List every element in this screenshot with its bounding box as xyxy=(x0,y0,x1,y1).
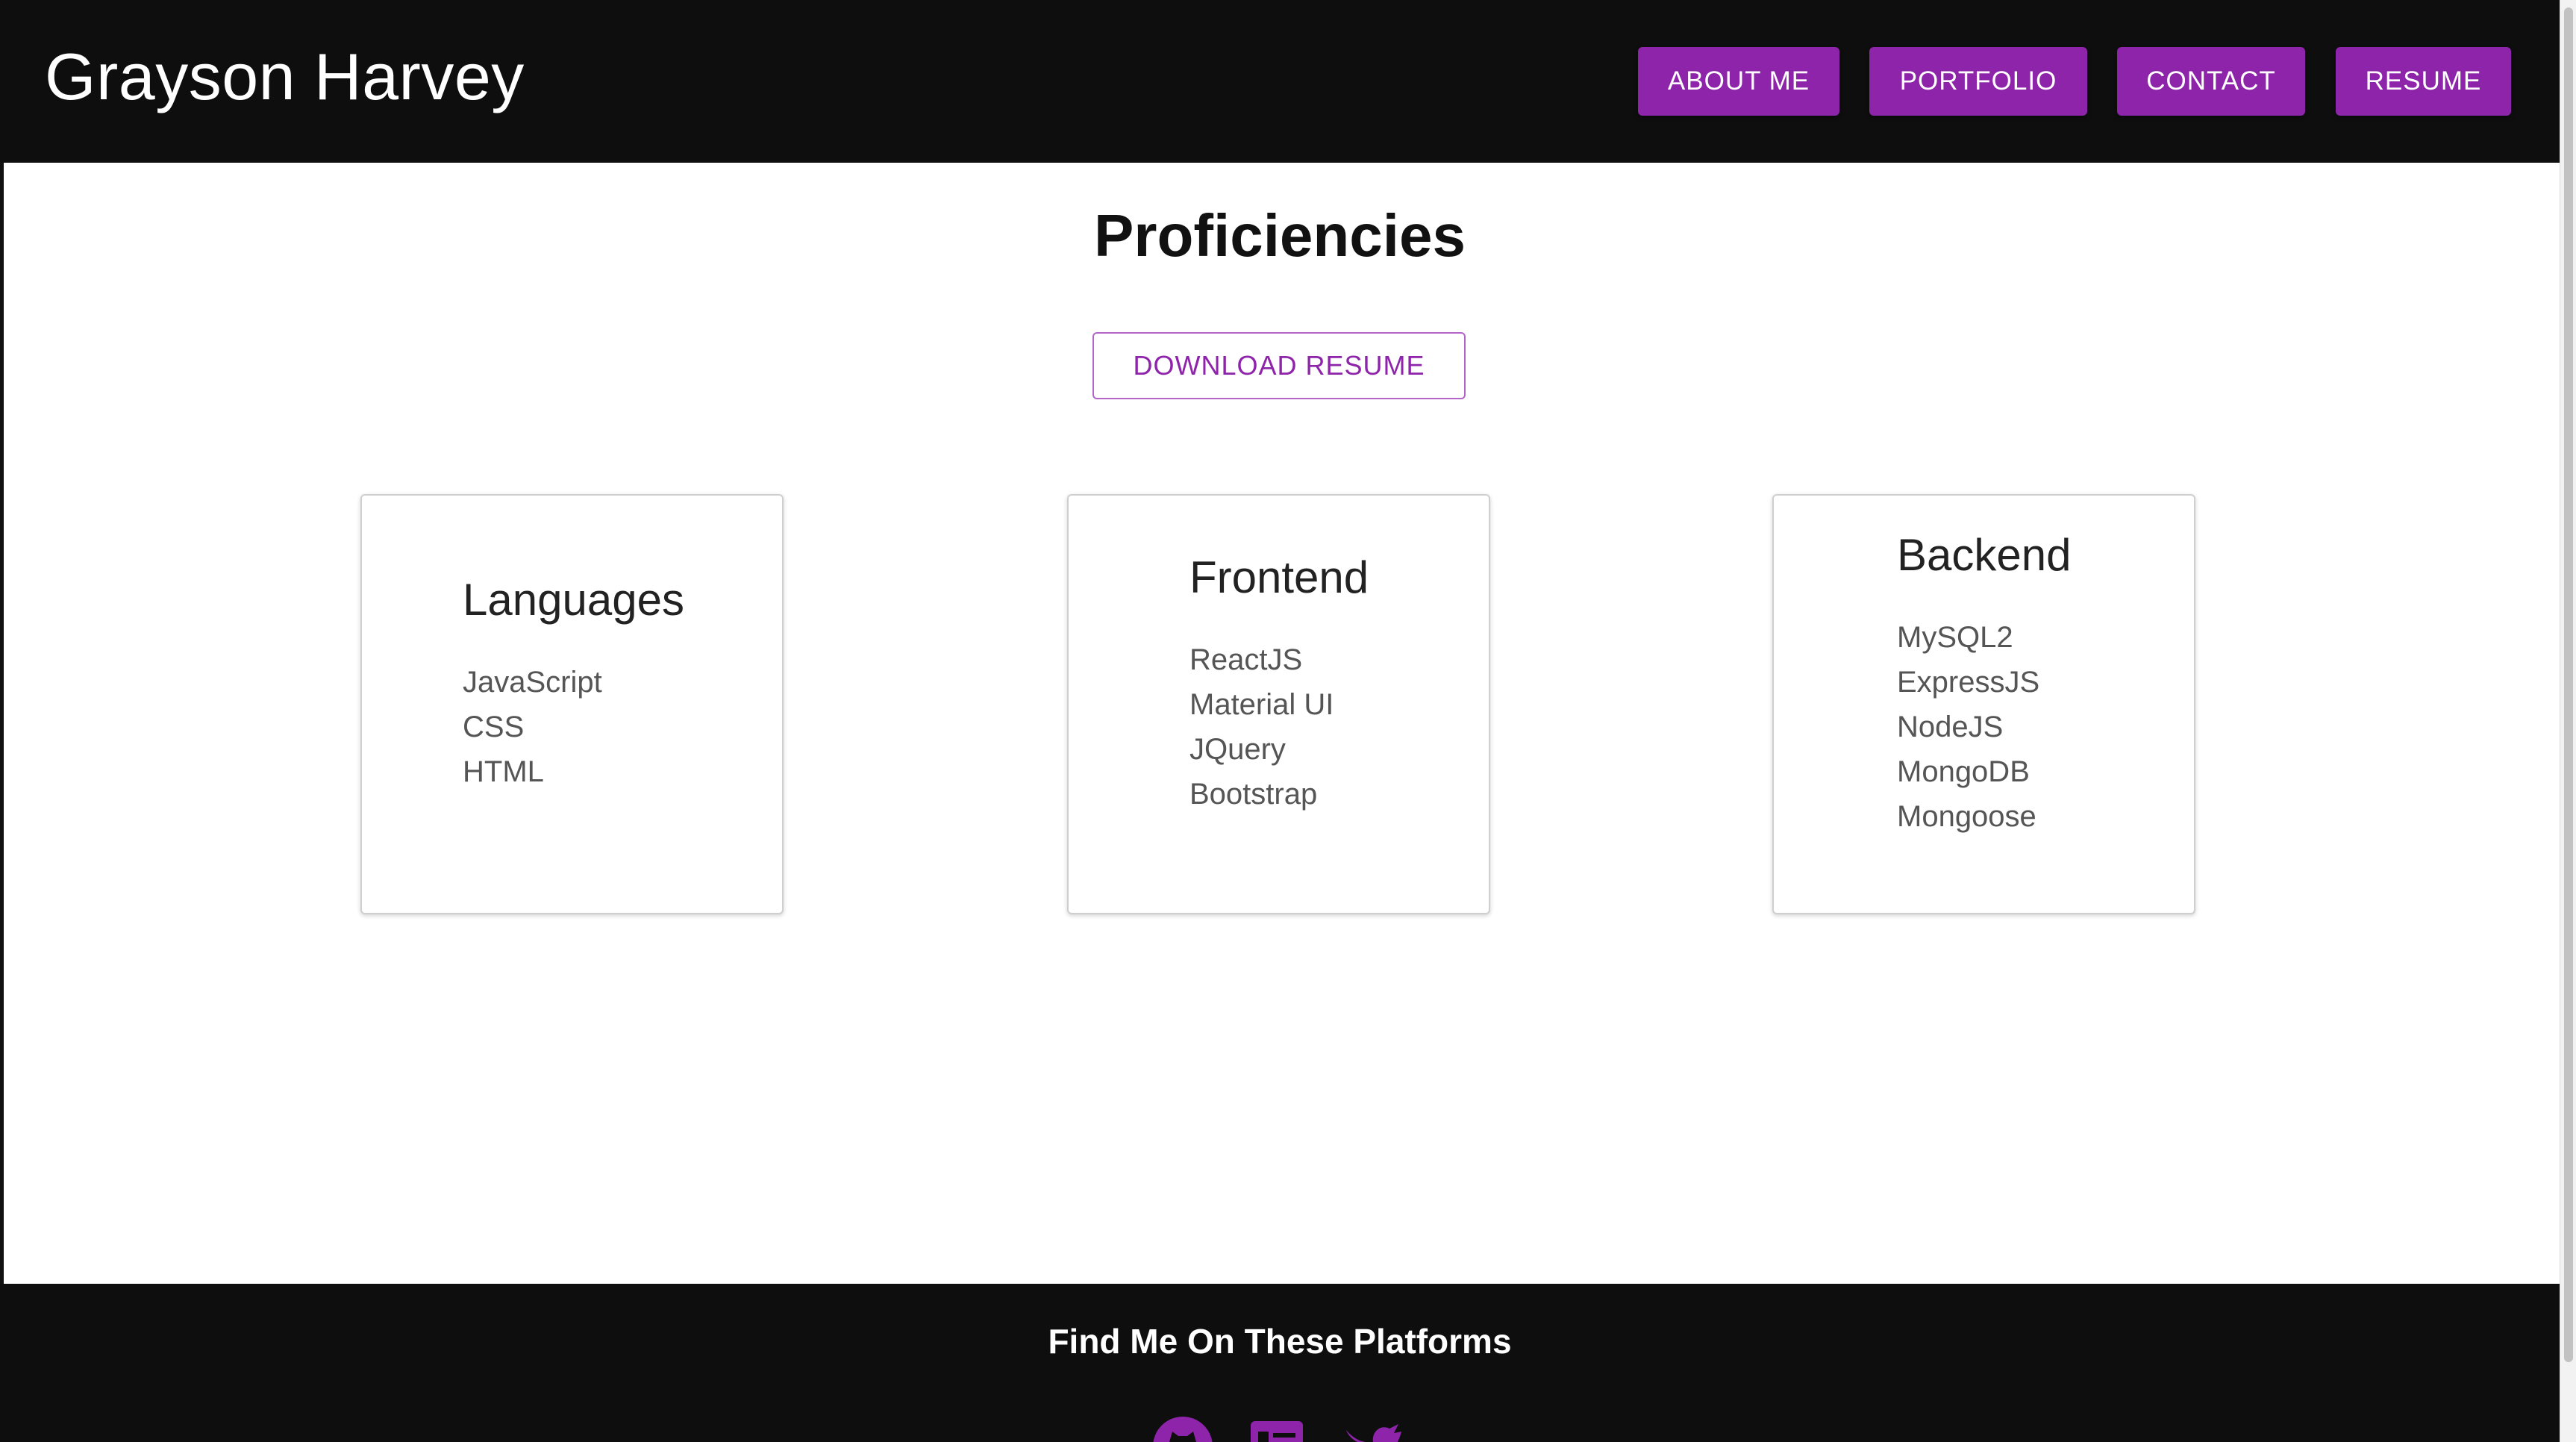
card-title: Backend xyxy=(1897,530,2072,580)
portfolio-icon[interactable] xyxy=(1251,1417,1310,1442)
list-item: Mongoose xyxy=(1897,800,2036,833)
twitter-icon[interactable] xyxy=(1343,1417,1403,1442)
site-footer: Find Me On These Platforms xyxy=(0,1284,2560,1442)
list-item: ReactJS xyxy=(1189,643,1303,676)
list-item: JQuery xyxy=(1189,733,1286,766)
list-item: HTML xyxy=(463,755,544,788)
site-header: Grayson Harvey ABOUT ME PORTFOLIO CONTAC… xyxy=(0,0,2560,163)
card-list: ReactJS Material UI JQuery Bootstrap xyxy=(1189,637,1334,817)
nav-about-me-button[interactable]: ABOUT ME xyxy=(1638,47,1839,116)
card-title: Frontend xyxy=(1189,552,1369,602)
page-title: Proficiencies xyxy=(1093,202,1466,269)
list-item: CSS xyxy=(463,711,525,743)
card-title: Languages xyxy=(463,575,684,625)
nav-contact-button[interactable]: CONTACT xyxy=(2117,47,2305,116)
download-resume-button[interactable]: DOWNLOAD RESUME xyxy=(1092,332,1466,399)
list-item: Bootstrap xyxy=(1189,778,1318,811)
scrollbar-thumb[interactable] xyxy=(2564,7,2573,1362)
list-item: MySQL2 xyxy=(1897,621,2013,654)
site-title[interactable]: Grayson Harvey xyxy=(45,39,525,115)
list-item: JavaScript xyxy=(463,666,602,699)
list-item: NodeJS xyxy=(1897,711,2004,743)
nav-portfolio-button[interactable]: PORTFOLIO xyxy=(1869,47,2087,116)
footer-heading: Find Me On These Platforms xyxy=(1048,1322,1512,1361)
list-item: ExpressJS xyxy=(1897,666,2040,699)
card-list: JavaScript CSS HTML xyxy=(463,660,602,794)
proficiency-card-backend: Backend MySQL2 ExpressJS NodeJS MongoDB … xyxy=(1772,494,2195,914)
list-item: Material UI xyxy=(1189,688,1334,721)
card-list: MySQL2 ExpressJS NodeJS MongoDB Mongoose xyxy=(1897,615,2039,839)
nav-resume-button[interactable]: RESUME xyxy=(2336,47,2511,116)
proficiency-card-languages: Languages JavaScript CSS HTML xyxy=(360,494,784,914)
vertical-scrollbar[interactable] xyxy=(2560,0,2576,1442)
proficiency-card-frontend: Frontend ReactJS Material UI JQuery Boot… xyxy=(1067,494,1490,914)
github-icon[interactable] xyxy=(1153,1417,1213,1442)
list-item: MongoDB xyxy=(1897,755,2030,788)
